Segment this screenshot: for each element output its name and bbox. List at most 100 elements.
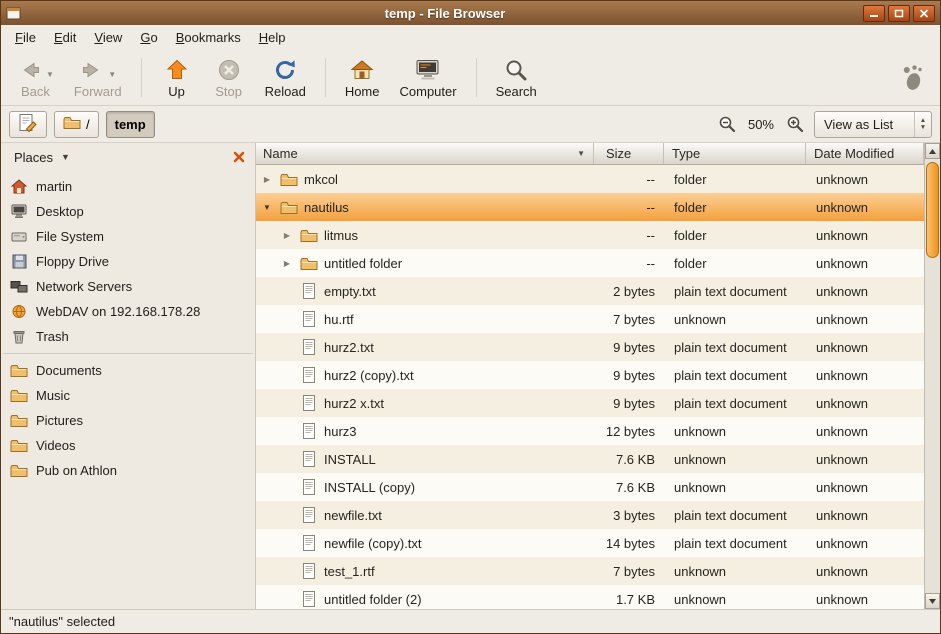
expander-expanded-icon[interactable]: ▼	[260, 203, 274, 212]
file-row[interactable]: ▶mkcol--folderunknown	[256, 165, 924, 193]
column-header-label: Type	[672, 146, 700, 161]
file-size-cell: 7 bytes	[594, 557, 664, 585]
root-path-button[interactable]: /	[54, 111, 99, 138]
sidebar-item-music[interactable]: Music	[1, 383, 255, 408]
file-row[interactable]: hurz2 x.txt9 bytesplain text documentunk…	[256, 389, 924, 417]
column-header-name[interactable]: Name▼	[256, 143, 594, 164]
file-row[interactable]: untitled folder (2)1.7 KBunknownunknown	[256, 585, 924, 609]
file-type: unknown	[674, 480, 726, 495]
file-row[interactable]: test_1.rtf7 bytesunknownunknown	[256, 557, 924, 585]
toolbar-separator	[476, 58, 477, 97]
file-type: plain text document	[674, 284, 787, 299]
column-header-size[interactable]: Size	[594, 143, 664, 164]
toolbar: ▼Back▼ForwardUpStopReloadHomeComputerSea…	[1, 50, 940, 106]
sidebar-item-floppy-drive[interactable]: Floppy Drive	[1, 249, 255, 274]
main-area: Places ▼ martinDesktop File System Floppy …	[1, 143, 940, 609]
file-size-cell: 7.6 KB	[594, 473, 664, 501]
file-row[interactable]: ▶untitled folder--folderunknown	[256, 249, 924, 277]
edit-location-icon	[18, 113, 38, 136]
folder-icon	[279, 200, 299, 215]
sidebar-item-pictures[interactable]: Pictures	[1, 408, 255, 433]
column-header-label: Date Modified	[814, 146, 894, 161]
file-type-cell: unknown	[664, 445, 806, 473]
folder-icon	[10, 438, 28, 453]
toolbar-button-label: Home	[345, 84, 380, 99]
text-file-icon	[299, 479, 319, 495]
home-button[interactable]: Home	[335, 53, 390, 102]
file-row[interactable]: ▶litmus--folderunknown	[256, 221, 924, 249]
file-row[interactable]: hu.rtf7 bytesunknownunknown	[256, 305, 924, 333]
sidebar-item-desktop[interactable]: Desktop	[1, 199, 255, 224]
menu-help[interactable]: Help	[250, 27, 295, 48]
vertical-scrollbar[interactable]	[924, 143, 940, 609]
file-modified-cell: unknown	[806, 557, 924, 585]
root-path-label: /	[86, 117, 90, 132]
close-side-pane-button[interactable]	[230, 148, 248, 166]
titlebar[interactable]: temp - File Browser	[1, 1, 940, 25]
minimize-button[interactable]	[863, 5, 885, 22]
combo-arrows-icon: ▲▼	[914, 112, 931, 137]
expander-collapsed-icon[interactable]: ▶	[280, 259, 294, 268]
file-row[interactable]: newfile (copy).txt14 bytesplain text doc…	[256, 529, 924, 557]
sidebar-item-videos[interactable]: Videos	[1, 433, 255, 458]
file-row[interactable]: INSTALL (copy)7.6 KBunknownunknown	[256, 473, 924, 501]
menu-go[interactable]: Go	[131, 27, 166, 48]
expander-collapsed-icon[interactable]: ▶	[260, 175, 274, 184]
file-row[interactable]: ▼nautilus--folderunknown	[256, 193, 924, 221]
back-button: ▼Back	[7, 53, 64, 102]
sidebar-item-file-system[interactable]: File System	[1, 224, 255, 249]
scrollbar-thumb[interactable]	[926, 162, 939, 258]
zoom-in-button[interactable]	[783, 112, 807, 136]
menu-file[interactable]: File	[6, 27, 45, 48]
toggle-location-entry-button[interactable]	[9, 111, 47, 138]
file-name: test_1.rtf	[324, 564, 375, 579]
computer-button[interactable]: Computer	[390, 53, 467, 102]
folder-icon	[279, 172, 299, 187]
file-size: --	[646, 256, 655, 271]
file-type: unknown	[674, 312, 726, 327]
view-mode-select[interactable]: View as List ▲▼	[814, 111, 932, 138]
file-size-cell: --	[594, 249, 664, 277]
file-modified-cell: unknown	[806, 333, 924, 361]
search-button[interactable]: Search	[486, 53, 547, 102]
close-button[interactable]	[913, 5, 935, 22]
scroll-up-button[interactable]	[925, 143, 940, 159]
file-row[interactable]: INSTALL7.6 KBunknownunknown	[256, 445, 924, 473]
reload-button[interactable]: Reload	[255, 53, 316, 102]
file-name: hurz2 x.txt	[324, 396, 384, 411]
file-name-cell: hurz2 (copy).txt	[256, 361, 594, 389]
zoom-out-button[interactable]	[715, 112, 739, 136]
column-header-type[interactable]: Type	[664, 143, 806, 164]
file-row[interactable]: newfile.txt3 bytesplain text documentunk…	[256, 501, 924, 529]
places-selector[interactable]: Places ▼	[5, 147, 79, 168]
file-size: 9 bytes	[613, 396, 655, 411]
file-row[interactable]: empty.txt2 bytesplain text documentunkno…	[256, 277, 924, 305]
menu-edit[interactable]: Edit	[45, 27, 85, 48]
menu-view[interactable]: View	[85, 27, 131, 48]
sidebar-item-martin[interactable]: martin	[1, 174, 255, 199]
file-row[interactable]: hurz2.txt9 bytesplain text documentunkno…	[256, 333, 924, 361]
maximize-button[interactable]	[888, 5, 910, 22]
sidebar-separator	[3, 353, 253, 354]
home-icon	[350, 56, 374, 83]
file-name: hurz2.txt	[324, 340, 374, 355]
expander-collapsed-icon[interactable]: ▶	[280, 231, 294, 240]
menu-bookmarks[interactable]: Bookmarks	[167, 27, 250, 48]
sidebar-item-network-servers[interactable]: Network Servers	[1, 274, 255, 299]
sidebar-item-label: File System	[36, 229, 104, 244]
location-bar: / temp 50% View as List ▲▼	[1, 106, 940, 143]
up-button[interactable]: Up	[151, 53, 203, 102]
file-row[interactable]: hurz312 bytesunknownunknown	[256, 417, 924, 445]
scroll-down-button[interactable]	[925, 593, 940, 609]
file-size: 7 bytes	[613, 564, 655, 579]
current-path-button[interactable]: temp	[106, 111, 155, 138]
column-header-date-modified[interactable]: Date Modified	[806, 143, 924, 164]
sidebar-item-label: Trash	[36, 329, 69, 344]
sidebar-item-documents[interactable]: Documents	[1, 358, 255, 383]
file-row[interactable]: hurz2 (copy).txt9 bytesplain text docume…	[256, 361, 924, 389]
file-name-cell: untitled folder (2)	[256, 585, 594, 609]
file-size: 2 bytes	[613, 284, 655, 299]
sidebar-item-trash[interactable]: Trash	[1, 324, 255, 349]
sidebar-item-pub-on-athlon[interactable]: Pub on Athlon	[1, 458, 255, 483]
sidebar-item-webdav-on-192-168-178-28[interactable]: WebDAV on 192.168.178.28	[1, 299, 255, 324]
